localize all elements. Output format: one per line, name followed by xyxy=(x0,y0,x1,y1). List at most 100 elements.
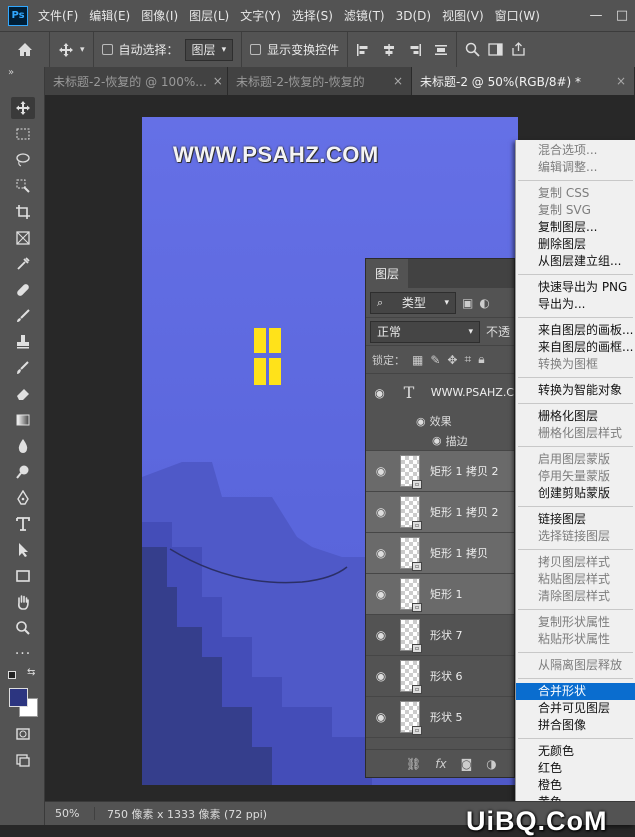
close-icon[interactable]: × xyxy=(616,74,626,88)
context-menu-item[interactable]: 栅格化图层 xyxy=(516,408,635,425)
lock-position-icon[interactable]: ✥ xyxy=(447,353,457,367)
context-menu-item[interactable]: 快速导出为 PNG xyxy=(516,279,635,296)
eye-icon[interactable]: ◉ xyxy=(366,386,393,400)
context-menu-item[interactable]: 转换为智能对象 xyxy=(516,382,635,399)
quick-select-tool[interactable] xyxy=(11,175,35,197)
menu-filter[interactable]: 滤镜(T) xyxy=(344,7,385,24)
eye-icon[interactable]: ◉ xyxy=(432,434,442,447)
eye-icon[interactable]: ◉ xyxy=(366,628,396,642)
search-icon[interactable] xyxy=(465,42,480,57)
layer-row[interactable]: ◉ ▫ 形状 6 xyxy=(366,656,514,697)
layer-row[interactable]: ◉ ▫ 矩形 1 拷贝 2 xyxy=(366,492,514,533)
adjustment-layer-icon[interactable]: ◑ xyxy=(486,757,496,771)
context-menu-item[interactable]: 链接图层 xyxy=(516,511,635,528)
quick-mask-tool[interactable] xyxy=(11,723,35,745)
tab-document-2[interactable]: 未标题-2-恢复的-恢复的 × xyxy=(228,67,412,95)
adjustment-filter-icon[interactable]: ◐ xyxy=(479,296,489,310)
workspace-icon[interactable] xyxy=(488,42,503,57)
menu-window[interactable]: 窗口(W) xyxy=(495,7,540,24)
eye-icon[interactable]: ◉ xyxy=(366,464,396,478)
foreground-color-swatch[interactable] xyxy=(9,688,28,707)
menu-layer[interactable]: 图层(L) xyxy=(189,7,229,24)
eye-icon[interactable]: ◉ xyxy=(416,415,426,428)
type-tool[interactable] xyxy=(11,513,35,535)
context-menu-item[interactable]: 来自图层的画框... xyxy=(516,339,635,356)
align-center-icon[interactable] xyxy=(382,43,396,57)
menu-image[interactable]: 图像(I) xyxy=(141,7,178,24)
context-menu-item[interactable]: 复制图层... xyxy=(516,219,635,236)
context-menu-item[interactable]: 合并可见图层 xyxy=(516,700,635,717)
healing-brush-tool[interactable] xyxy=(11,279,35,301)
collapse-panel-icon[interactable]: » xyxy=(8,67,14,78)
tab-layers[interactable]: 图层 xyxy=(366,259,409,288)
layer-row[interactable]: ◉ ▫ 矩形 1 xyxy=(366,574,514,615)
lasso-tool[interactable] xyxy=(11,149,35,171)
image-filter-icon[interactable]: ▣ xyxy=(462,296,473,310)
gradient-tool[interactable] xyxy=(11,409,35,431)
add-mask-icon[interactable]: ◙ xyxy=(461,757,473,771)
zoom-level[interactable]: 50% xyxy=(45,807,95,820)
eye-icon[interactable]: ◉ xyxy=(366,669,396,683)
screen-mode-tool[interactable] xyxy=(11,749,35,771)
path-select-tool[interactable] xyxy=(11,539,35,561)
more-tools[interactable]: ··· xyxy=(11,643,35,665)
brush-tool[interactable] xyxy=(11,305,35,327)
layer-row[interactable]: ◉ ▫ 形状 7 xyxy=(366,615,514,656)
default-colors-icon[interactable] xyxy=(8,671,16,679)
context-menu-item[interactable]: 合并形状 xyxy=(516,683,635,700)
crop-tool[interactable] xyxy=(11,201,35,223)
swap-colors-icon[interactable]: ⇆ xyxy=(27,667,35,678)
close-icon[interactable]: × xyxy=(213,74,223,88)
menu-select[interactable]: 选择(S) xyxy=(292,7,333,24)
menu-type[interactable]: 文字(Y) xyxy=(240,7,281,24)
menu-file[interactable]: 文件(F) xyxy=(38,7,78,24)
menu-3d[interactable]: 3D(D) xyxy=(396,9,431,23)
context-menu-item[interactable]: 拼合图像 xyxy=(516,717,635,734)
lock-all-icon[interactable]: 🔒︎ xyxy=(478,352,484,367)
pen-tool[interactable] xyxy=(11,487,35,509)
layer-text[interactable]: ◉ T WWW.PSAHZ.C xyxy=(366,374,514,411)
link-layers-icon[interactable]: ⛓ xyxy=(406,757,421,771)
lock-paint-icon[interactable]: ✎ xyxy=(430,353,440,367)
minimize-button[interactable]: — xyxy=(583,8,609,23)
auto-select-checkbox[interactable] xyxy=(101,44,113,55)
home-icon[interactable] xyxy=(17,42,33,57)
lock-artboard-icon[interactable]: ⌗ xyxy=(464,352,471,367)
zoom-tool[interactable] xyxy=(11,617,35,639)
eye-icon[interactable]: ◉ xyxy=(366,505,396,519)
filter-kind-dropdown[interactable]: ⌕ 类型 ▾ xyxy=(370,291,456,314)
context-menu-item[interactable]: 删除图层 xyxy=(516,236,635,253)
document-size[interactable]: 750 像素 x 1333 像素 (72 ppi) xyxy=(95,806,267,822)
close-icon[interactable]: × xyxy=(393,74,403,88)
eye-icon[interactable]: ◉ xyxy=(366,710,396,724)
move-tool-preset[interactable]: ▾ xyxy=(50,31,94,68)
frame-tool[interactable] xyxy=(11,227,35,249)
dodge-tool[interactable] xyxy=(11,461,35,483)
eraser-tool[interactable] xyxy=(11,383,35,405)
eye-icon[interactable]: ◉ xyxy=(366,587,396,601)
distribute-icon[interactable] xyxy=(434,43,448,57)
layer-row[interactable]: ◉ ▫ 矩形 1 拷贝 2 xyxy=(366,451,514,492)
effects-row[interactable]: ◉ 效果 xyxy=(366,411,514,431)
context-menu-item[interactable]: 从图层建立组... xyxy=(516,253,635,270)
marquee-tool[interactable] xyxy=(11,123,35,145)
menu-view[interactable]: 视图(V) xyxy=(442,7,484,24)
auto-select-dropdown[interactable]: 图层 ▾ xyxy=(184,38,234,61)
align-right-icon[interactable] xyxy=(408,43,422,57)
blend-mode-dropdown[interactable]: 正常 ▾ xyxy=(370,320,480,343)
lock-transparent-icon[interactable]: ▦ xyxy=(412,353,423,367)
context-menu-item[interactable]: 红色 xyxy=(516,760,635,777)
context-menu-item[interactable]: 橙色 xyxy=(516,777,635,794)
tab-document-active[interactable]: 未标题-2 @ 50%(RGB/8#) * × xyxy=(412,67,635,95)
eye-icon[interactable]: ◉ xyxy=(366,546,396,560)
blur-tool[interactable] xyxy=(11,435,35,457)
stroke-effect-row[interactable]: ◉ 描边 xyxy=(366,431,514,451)
hand-tool[interactable] xyxy=(11,591,35,613)
context-menu-item[interactable]: 导出为... xyxy=(516,296,635,313)
align-left-icon[interactable] xyxy=(356,43,370,57)
stamp-tool[interactable] xyxy=(11,331,35,353)
share-icon[interactable] xyxy=(511,42,526,57)
context-menu-item[interactable]: 来自图层的画板... xyxy=(516,322,635,339)
menu-edit[interactable]: 编辑(E) xyxy=(89,7,130,24)
history-brush-tool[interactable] xyxy=(11,357,35,379)
